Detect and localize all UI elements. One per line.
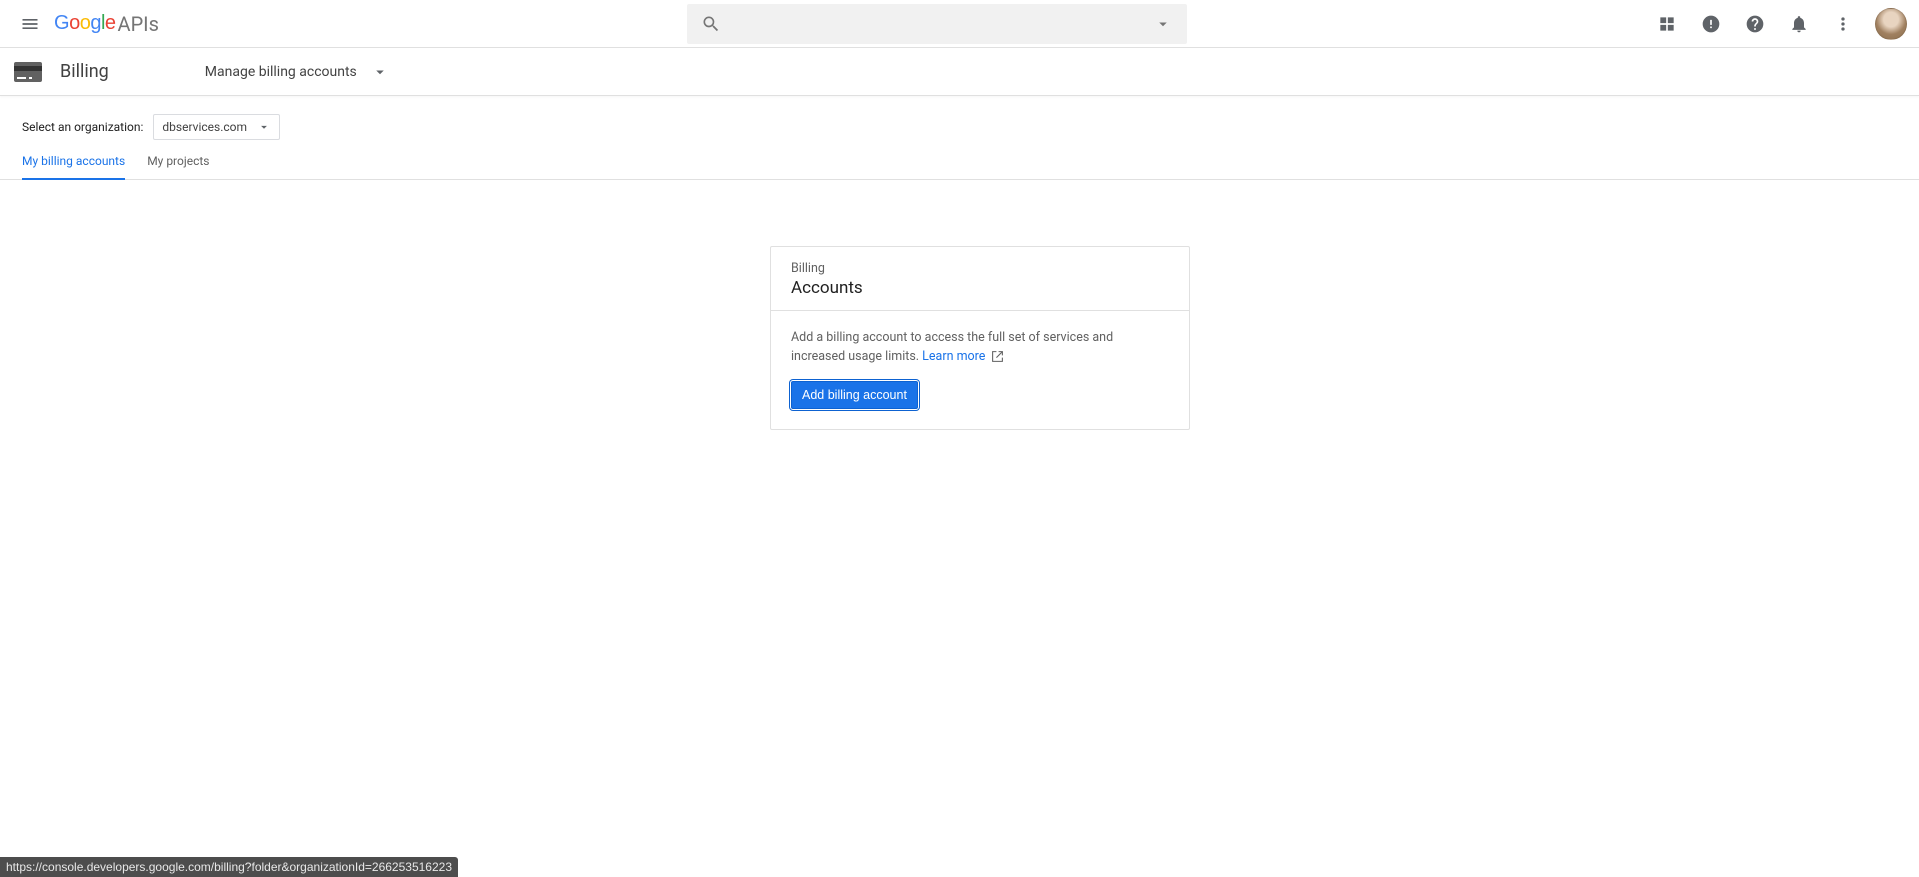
- caret-down-icon: [257, 120, 271, 134]
- tab-my-projects[interactable]: My projects: [147, 154, 209, 179]
- organization-selector-row: Select an organization: dbservices.com: [0, 96, 1919, 140]
- learn-more-link[interactable]: Learn more: [922, 349, 1003, 364]
- billing-tabs: My billing accounts My projects: [0, 154, 1919, 180]
- top-actions: [1647, 0, 1907, 48]
- help-icon: [1745, 14, 1765, 34]
- gift-button[interactable]: [1647, 4, 1687, 44]
- tab-label: My projects: [147, 154, 209, 168]
- tab-my-billing-accounts[interactable]: My billing accounts: [22, 154, 125, 180]
- organization-select[interactable]: dbservices.com: [153, 114, 280, 140]
- apis-label: APIs: [118, 12, 159, 36]
- learn-more-label: Learn more: [922, 349, 985, 364]
- more-vert-icon: [1833, 14, 1853, 34]
- sub-header: Billing Manage billing accounts: [0, 48, 1919, 96]
- notifications-button[interactable]: [1779, 4, 1819, 44]
- status-bar-url: https://console.developers.google.com/bi…: [0, 857, 458, 877]
- manage-billing-label: Manage billing accounts: [205, 64, 357, 80]
- search-bar[interactable]: [687, 4, 1187, 44]
- organization-selected-value: dbservices.com: [162, 120, 247, 134]
- google-apis-logo[interactable]: Google APIs: [54, 12, 159, 36]
- external-link-icon: [991, 350, 1004, 363]
- account-avatar[interactable]: [1875, 8, 1907, 40]
- card-body: Add a billing account to access the full…: [771, 311, 1189, 429]
- alert-button[interactable]: [1691, 4, 1731, 44]
- card-description: Add a billing account to access the full…: [791, 329, 1169, 367]
- search-input[interactable]: [727, 16, 1147, 32]
- billing-icon: [14, 62, 42, 82]
- billing-accounts-card: Billing Accounts Add a billing account t…: [770, 246, 1190, 430]
- gift-icon: [1657, 14, 1677, 34]
- tab-label: My billing accounts: [22, 154, 125, 168]
- card-title: Accounts: [791, 278, 1169, 298]
- caret-down-icon: [1154, 15, 1172, 33]
- top-header: Google APIs: [0, 0, 1919, 48]
- organization-label: Select an organization:: [22, 120, 143, 134]
- search-icon: [695, 14, 727, 34]
- google-logo-text: Google: [54, 12, 116, 35]
- search-dropdown-button[interactable]: [1147, 15, 1179, 33]
- card-eyebrow: Billing: [791, 261, 1169, 276]
- bell-icon: [1789, 14, 1809, 34]
- add-billing-account-button[interactable]: Add billing account: [791, 381, 918, 409]
- hamburger-menu-button[interactable]: [12, 6, 48, 42]
- caret-down-icon: [371, 63, 389, 81]
- overflow-menu-button[interactable]: [1823, 4, 1863, 44]
- alert-icon: [1701, 14, 1721, 34]
- card-header: Billing Accounts: [771, 247, 1189, 311]
- manage-billing-accounts-dropdown[interactable]: Manage billing accounts: [205, 63, 389, 81]
- page-title: Billing: [60, 61, 109, 82]
- menu-icon: [20, 14, 40, 34]
- help-button[interactable]: [1735, 4, 1775, 44]
